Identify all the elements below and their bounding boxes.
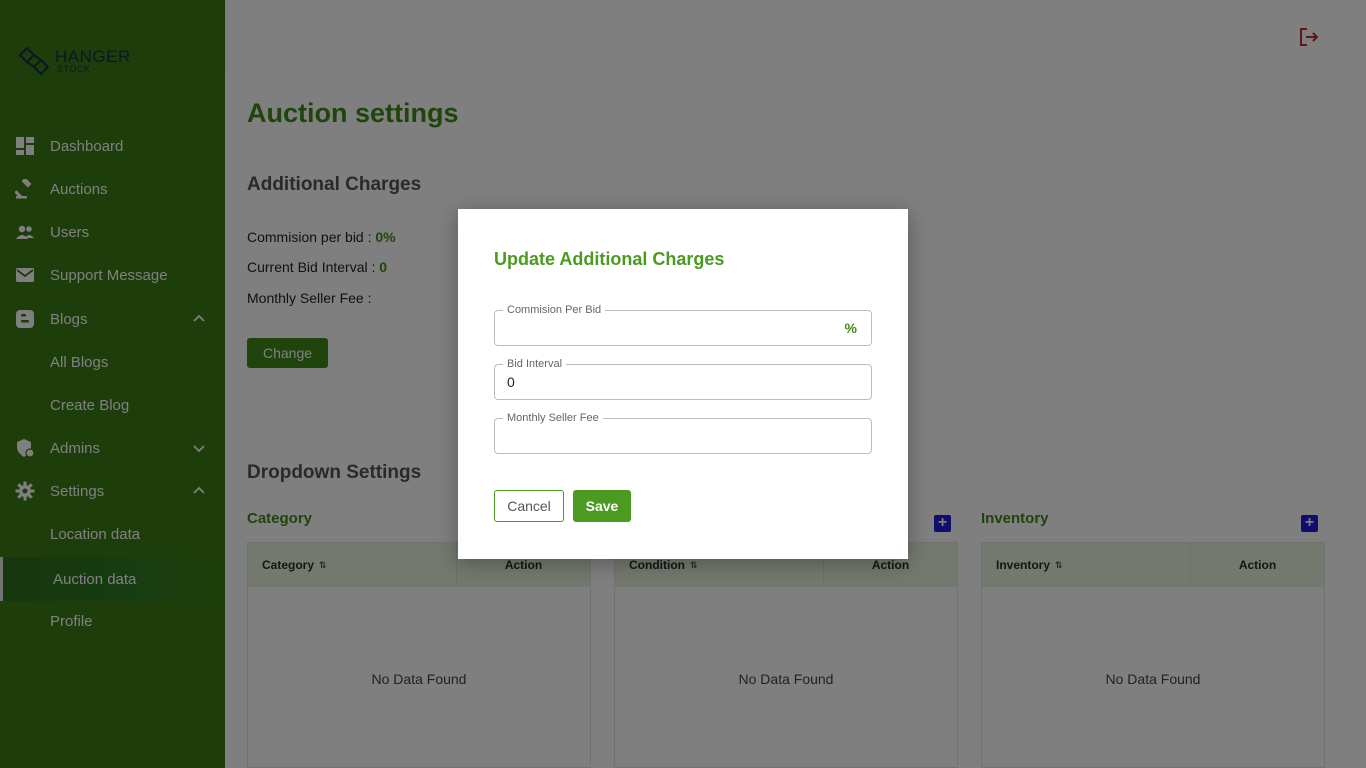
field-label: Monthly Seller Fee [503, 411, 603, 425]
monthly-seller-fee-field[interactable]: Monthly Seller Fee [494, 411, 872, 454]
update-charges-dialog: Update Additional Charges Commision Per … [458, 209, 908, 559]
bid-interval-field[interactable]: Bid Interval 0 [494, 357, 872, 400]
cancel-button[interactable]: Cancel [494, 490, 564, 522]
field-value: 0 [507, 374, 515, 390]
commission-per-bid-field[interactable]: Commision Per Bid % [494, 303, 872, 346]
dialog-title: Update Additional Charges [494, 249, 725, 269]
field-label: Bid Interval [503, 357, 567, 371]
field-label: Commision Per Bid [503, 303, 606, 317]
save-button[interactable]: Save [573, 490, 631, 522]
percent-suffix: % [844, 320, 857, 336]
